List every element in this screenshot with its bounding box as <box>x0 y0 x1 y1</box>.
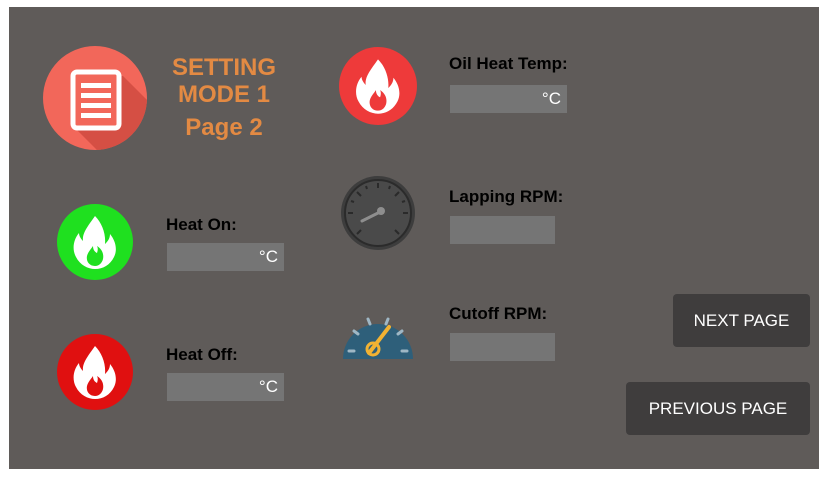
heat-on-unit: °C <box>258 247 278 266</box>
heat-on-label: Heat On: <box>166 215 237 234</box>
page-title-line-2: MODE 1 <box>177 81 270 108</box>
cutoff-rpm-label: Cutoff RPM: <box>449 304 548 323</box>
page-title-line-3: Page 2 <box>185 114 263 141</box>
oil-heat-temp-unit: °C <box>541 89 561 108</box>
settings-screen: SETTING MODE 1 Page 2 Heat On: °C Heat O… <box>9 7 819 469</box>
lapping-rpm-label: Lapping RPM: <box>449 187 564 206</box>
flame-icon <box>57 204 133 280</box>
speedometer-icon <box>343 317 413 359</box>
oil-heat-temp-label: Oil Heat Temp: <box>449 54 568 73</box>
document-icon <box>43 46 147 150</box>
oil-heat-temp-field[interactable]: °C <box>450 85 567 113</box>
lapping-rpm-field[interactable] <box>450 216 555 244</box>
heat-off-field[interactable]: °C <box>167 373 284 401</box>
gauge-icon <box>341 176 415 250</box>
page-title-line-1: SETTING <box>171 54 276 81</box>
next-page-button[interactable]: NEXT PAGE <box>673 294 810 347</box>
previous-page-button[interactable]: PREVIOUS PAGE <box>626 382 810 435</box>
heat-on-field[interactable]: °C <box>167 243 284 271</box>
flame-icon <box>57 334 133 410</box>
cutoff-rpm-field[interactable] <box>450 333 555 361</box>
flame-icon <box>339 47 417 125</box>
heat-off-unit: °C <box>258 377 278 396</box>
heat-off-label: Heat Off: <box>166 345 238 364</box>
